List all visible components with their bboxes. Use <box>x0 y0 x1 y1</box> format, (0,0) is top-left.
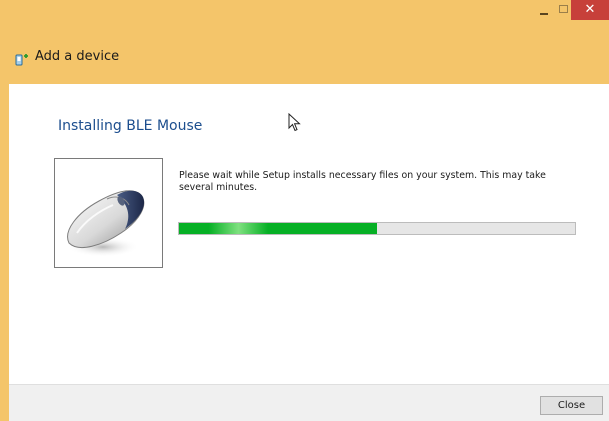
minimize-button[interactable] <box>532 0 556 20</box>
add-device-icon <box>15 54 28 66</box>
add-device-window: ✕ Add a device Installing BLE Mouse Plea… <box>0 0 609 421</box>
status-message: Please wait while Setup installs necessa… <box>179 170 546 193</box>
footer-bar <box>9 384 609 421</box>
install-progress-bar <box>178 222 576 235</box>
window-title: Add a device <box>35 49 120 64</box>
page-title: Installing BLE Mouse <box>58 118 203 134</box>
close-button[interactable]: Close <box>540 396 603 415</box>
close-window-button[interactable]: ✕ <box>571 0 609 20</box>
mouse-cursor-icon <box>288 113 301 132</box>
close-icon: ✕ <box>584 2 596 17</box>
maximize-button[interactable] <box>557 0 571 20</box>
title-bar[interactable] <box>0 0 609 34</box>
mouse-image <box>67 190 145 257</box>
device-image-frame <box>54 158 163 268</box>
progress-fill <box>179 223 377 234</box>
